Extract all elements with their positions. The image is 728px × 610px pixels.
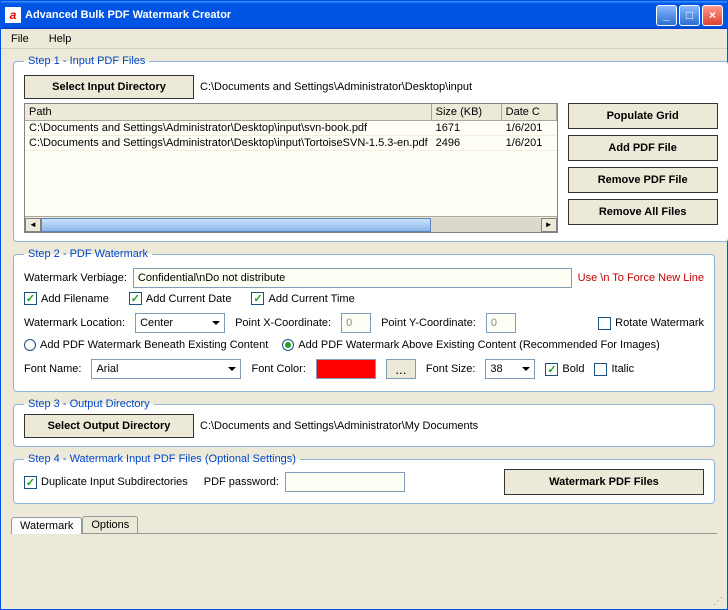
location-dropdown[interactable]: Center [135, 313, 225, 333]
app-icon: a [5, 7, 21, 23]
menu-help[interactable]: Help [43, 31, 78, 47]
beneath-radio[interactable]: Add PDF Watermark Beneath Existing Conte… [24, 339, 268, 351]
newline-hint: Use \n To Force New Line [578, 272, 704, 284]
col-size[interactable]: Size (KB) [432, 104, 502, 120]
step2-group: Step 2 - PDF Watermark Watermark Verbiag… [13, 248, 715, 392]
add-date-checkbox[interactable]: ✓Add Current Date [129, 292, 232, 305]
scroll-left-icon[interactable]: ◄ [25, 218, 41, 232]
font-color-more-button[interactable]: ... [386, 359, 416, 379]
scroll-right-icon[interactable]: ► [541, 218, 557, 232]
grid-header: Path Size (KB) Date C [25, 104, 557, 121]
remove-all-button[interactable]: Remove All Files [568, 199, 718, 225]
px-label: Point X-Coordinate: [235, 317, 331, 329]
client-area: Step 1 - Input PDF Files Select Input Di… [1, 49, 727, 609]
resize-grip-icon[interactable]: ⋰ [713, 596, 723, 607]
populate-grid-button[interactable]: Populate Grid [568, 103, 718, 129]
font-name-dropdown[interactable]: Arial [91, 359, 241, 379]
step3-legend: Step 3 - Output Directory [24, 398, 154, 410]
pdf-password-label: PDF password: [204, 476, 279, 488]
py-input[interactable] [486, 313, 516, 333]
output-dir-path: C:\Documents and Settings\Administrator\… [200, 420, 478, 432]
table-row[interactable]: C:\Documents and Settings\Administrator\… [25, 136, 557, 151]
minimize-button[interactable]: _ [656, 5, 677, 26]
font-color-swatch[interactable] [316, 359, 376, 379]
rotate-checkbox[interactable]: Rotate Watermark [598, 317, 704, 330]
tab-options[interactable]: Options [82, 516, 138, 533]
step2-legend: Step 2 - PDF Watermark [24, 248, 152, 260]
col-path[interactable]: Path [25, 104, 432, 120]
grid-hscroll[interactable]: ◄ ► [25, 216, 557, 232]
window-title: Advanced Bulk PDF Watermark Creator [25, 9, 654, 21]
add-pdf-button[interactable]: Add PDF File [568, 135, 718, 161]
grid-side-buttons: Populate Grid Add PDF File Remove PDF Fi… [568, 103, 718, 233]
pdf-password-input[interactable] [285, 472, 405, 492]
add-time-checkbox[interactable]: ✓Add Current Time [251, 292, 354, 305]
px-input[interactable] [341, 313, 371, 333]
dup-subdirs-checkbox[interactable]: ✓Duplicate Input Subdirectories [24, 476, 188, 489]
scroll-thumb[interactable] [41, 218, 431, 232]
verbiage-label: Watermark Verbiage: [24, 272, 127, 284]
py-label: Point Y-Coordinate: [381, 317, 476, 329]
files-grid[interactable]: Path Size (KB) Date C C:\Documents and S… [24, 103, 558, 233]
remove-pdf-button[interactable]: Remove PDF File [568, 167, 718, 193]
step1-legend: Step 1 - Input PDF Files [24, 55, 149, 67]
titlebar: a Advanced Bulk PDF Watermark Creator _ … [1, 1, 727, 29]
step4-group: Step 4 - Watermark Input PDF Files (Opti… [13, 453, 715, 504]
font-name-label: Font Name: [24, 363, 81, 375]
select-input-dir-button[interactable]: Select Input Directory [24, 75, 194, 99]
font-size-label: Font Size: [426, 363, 476, 375]
close-button[interactable]: × [702, 5, 723, 26]
menubar: File Help [1, 29, 727, 49]
step4-legend: Step 4 - Watermark Input PDF Files (Opti… [24, 453, 300, 465]
bottom-tabs: Watermark Options [11, 514, 717, 534]
bold-checkbox[interactable]: ✓Bold [545, 363, 584, 376]
input-dir-path: C:\Documents and Settings\Administrator\… [200, 81, 472, 93]
grid-body: C:\Documents and Settings\Administrator\… [25, 121, 557, 216]
step3-group: Step 3 - Output Directory Select Output … [13, 398, 715, 447]
above-radio[interactable]: Add PDF Watermark Above Existing Content… [282, 339, 660, 351]
font-color-label: Font Color: [251, 363, 305, 375]
app-window: a Advanced Bulk PDF Watermark Creator _ … [0, 0, 728, 610]
tab-watermark[interactable]: Watermark [11, 517, 82, 534]
italic-checkbox[interactable]: Italic [594, 363, 634, 376]
col-date[interactable]: Date C [502, 104, 557, 120]
scroll-track[interactable] [41, 218, 541, 232]
table-row[interactable]: C:\Documents and Settings\Administrator\… [25, 121, 557, 136]
location-label: Watermark Location: [24, 317, 125, 329]
verbiage-input[interactable] [133, 268, 572, 288]
add-filename-checkbox[interactable]: ✓Add Filename [24, 292, 109, 305]
step1-group: Step 1 - Input PDF Files Select Input Di… [13, 55, 728, 242]
maximize-button[interactable]: □ [679, 5, 700, 26]
select-output-dir-button[interactable]: Select Output Directory [24, 414, 194, 438]
watermark-files-button[interactable]: Watermark PDF Files [504, 469, 704, 495]
font-size-dropdown[interactable]: 38 [485, 359, 535, 379]
menu-file[interactable]: File [5, 31, 35, 47]
